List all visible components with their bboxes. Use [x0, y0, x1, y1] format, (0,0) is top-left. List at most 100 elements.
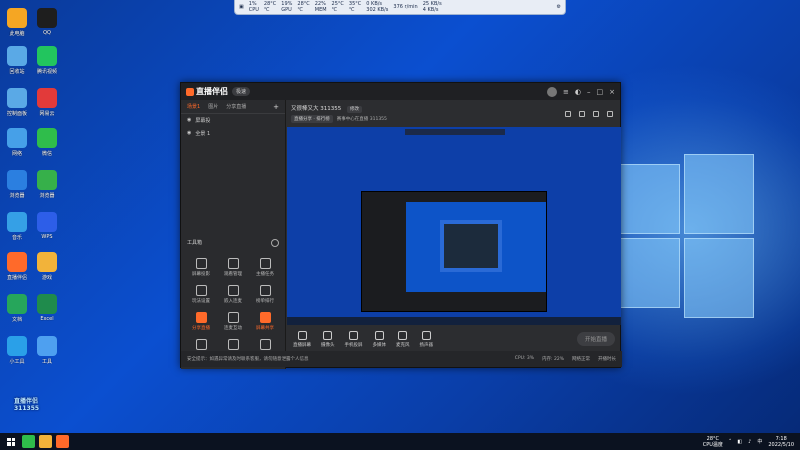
maximize-icon[interactable]: □: [597, 88, 604, 96]
tool-item[interactable]: 嵌入连麦: [217, 285, 249, 304]
app-icon: [7, 88, 27, 108]
app-icon: [37, 8, 57, 28]
source-bar: 直播屏幕 摄像头 手机投屏 多媒体 麦克风 扬声器 开始直播: [287, 326, 621, 352]
desktop-icon[interactable]: 工具: [32, 336, 62, 365]
tool-item[interactable]: 分享直播: [185, 312, 217, 331]
source-icon: [297, 330, 307, 340]
app-icon: [37, 128, 57, 148]
scene-item[interactable]: ◉ 屏幕投: [181, 114, 285, 127]
app-icon: [7, 252, 27, 272]
folder-taskbar-icon[interactable]: [39, 435, 52, 448]
clock[interactable]: 7:18 2022/5/10: [768, 436, 794, 448]
tool-item[interactable]: 屏幕投影: [185, 258, 217, 277]
close-icon[interactable]: ×: [609, 88, 615, 96]
gift-icon[interactable]: [565, 111, 571, 117]
monitor-icon: ▣: [239, 4, 244, 10]
app-icon: [7, 336, 27, 356]
bell-icon[interactable]: [593, 111, 599, 117]
system-monitor-bar[interactable]: ▣ 1% CPU 28°C ℃ 19% GPU 28°C ℃ 22% MEM 25°C ℃ …: [234, 0, 566, 15]
source-button[interactable]: 手机投屏: [345, 330, 363, 348]
share-icon[interactable]: [607, 111, 613, 117]
source-button[interactable]: 麦克风: [396, 330, 410, 348]
desktop-icon[interactable]: 微信: [32, 128, 62, 157]
source-icon: [398, 330, 408, 340]
room-title: 又很棒又大 311355: [291, 106, 342, 112]
room-tag[interactable]: 直播分享 · 排行榜: [291, 115, 333, 123]
minimize-icon[interactable]: –: [587, 88, 591, 96]
desktop-icon[interactable]: 文档: [2, 294, 32, 323]
live-taskbar-icon[interactable]: [56, 435, 69, 448]
source-button[interactable]: 直播屏幕: [293, 330, 311, 348]
desktop-icon[interactable]: 浏览器: [2, 170, 32, 199]
tool-icon: [259, 312, 271, 323]
tool-item[interactable]: 榜单排行: [249, 285, 281, 304]
toolbox-grid: 屏幕投影观看管理主播任务玩法设置嵌入连麦榜单排行分享直播连麦互动屏幕共享美颜弹幕…: [185, 258, 281, 358]
tool-icon: [259, 285, 271, 296]
desktop-icon[interactable]: 网易云: [32, 88, 62, 117]
tool-icon: [227, 339, 239, 350]
edit-room-button[interactable]: 修改: [347, 106, 362, 113]
source-icon: [374, 330, 384, 340]
tab-scene[interactable]: 场景1: [187, 103, 200, 110]
tool-icon: [227, 312, 239, 323]
desktop-icon[interactable]: Excel: [32, 294, 62, 322]
desktop-icon[interactable]: 音乐: [2, 212, 32, 241]
source-button[interactable]: 多媒体: [373, 330, 386, 348]
avatar[interactable]: [547, 86, 558, 97]
app-icon: [7, 8, 27, 28]
desktop-icon[interactable]: 小工具: [2, 336, 32, 365]
more-icon[interactable]: [271, 239, 279, 247]
tool-item[interactable]: 主播任务: [249, 258, 281, 277]
chevron-up-icon[interactable]: ˄: [729, 439, 732, 445]
desktop-icon[interactable]: 游戏: [32, 252, 62, 281]
add-scene-icon[interactable]: +: [273, 103, 279, 111]
desktop-icon[interactable]: 浏览器: [32, 170, 62, 199]
ime-icon[interactable]: 中: [757, 438, 762, 445]
eye-icon[interactable]: ◉: [187, 117, 191, 124]
source-button[interactable]: 扬声器: [420, 330, 433, 348]
tab-image[interactable]: 图片: [208, 103, 218, 110]
desktop-icon[interactable]: 控制面板: [2, 88, 32, 117]
tool-icon: [195, 339, 207, 350]
left-panel: 场景1 图片 分享直播 + ◉ 屏幕投 ◉ 全景 1 工具箱 屏幕投影 观看管理主…: [181, 100, 286, 369]
desktop-icon[interactable]: 回收站: [2, 46, 32, 75]
skin-icon[interactable]: ◐: [575, 88, 581, 96]
app-icon: [37, 212, 57, 232]
live-preview[interactable]: [287, 127, 621, 325]
app-icon: [7, 46, 27, 66]
tool-item[interactable]: 屏幕共享: [249, 312, 281, 331]
menu-icon[interactable]: ≡: [563, 88, 569, 96]
desktop-icon[interactable]: QQ: [32, 8, 62, 36]
status-notice: 安全提示：如遇异常请及时联系客服，请勿随意泄露个人信息: [187, 357, 309, 362]
version-badge[interactable]: 极速: [232, 87, 251, 96]
settings-icon[interactable]: ⚙: [557, 4, 561, 10]
tool-icon: [195, 312, 207, 323]
tab-share[interactable]: 分享直播: [226, 103, 246, 110]
tool-item[interactable]: 玩法设置: [185, 285, 217, 304]
tool-item[interactable]: 观看管理: [217, 258, 249, 277]
desktop-icon[interactable]: 直播伴侣: [2, 252, 32, 281]
shop-icon[interactable]: [579, 111, 585, 117]
scene-item[interactable]: ◉ 全景 1: [181, 127, 285, 140]
eye-icon[interactable]: ◉: [187, 130, 191, 137]
wechat-taskbar-icon[interactable]: [22, 435, 35, 448]
desktop-icon[interactable]: WPS: [32, 212, 62, 240]
desktop-icon[interactable]: 此电脑: [2, 8, 32, 37]
status-bar: 安全提示：如遇异常请及时联系客服，请勿随意泄露个人信息 CPU: 3% 内存: …: [181, 351, 622, 367]
go-live-button[interactable]: 开始直播: [576, 332, 615, 346]
start-button[interactable]: [4, 435, 18, 449]
desktop-icon[interactable]: 腾讯视频: [32, 46, 62, 75]
app-logo-icon: [186, 87, 194, 96]
tool-item[interactable]: 连麦互动: [217, 312, 249, 331]
watermark: 直播伴侣 311355: [14, 398, 40, 412]
toolbox-title: 工具箱: [187, 240, 203, 246]
volume-icon[interactable]: ♪: [748, 439, 751, 445]
app-icon: [37, 252, 57, 272]
preview-toolbar[interactable]: [405, 129, 505, 135]
network-icon[interactable]: ◧: [737, 439, 742, 445]
source-icon: [421, 330, 431, 340]
desktop-icon[interactable]: 网络: [2, 128, 32, 157]
source-button[interactable]: 摄像头: [321, 330, 335, 348]
app-icon: [7, 212, 27, 232]
tool-icon: [195, 285, 207, 296]
